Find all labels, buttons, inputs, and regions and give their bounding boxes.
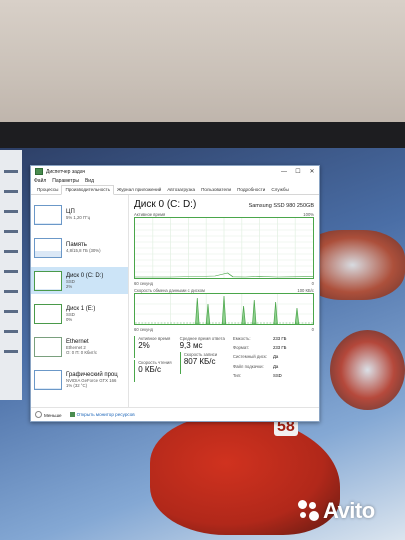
tab-startup[interactable]: Автозагрузка bbox=[164, 186, 198, 194]
stat-accent-bar bbox=[134, 360, 135, 382]
transfer-rate-graph bbox=[134, 293, 314, 325]
sidebar-item-value: 5% 1,20 ГГц bbox=[66, 215, 91, 220]
menu-options[interactable]: Параметры bbox=[52, 178, 79, 184]
tree-icon bbox=[4, 170, 18, 173]
menu-bar: Файл Параметры Вид bbox=[31, 177, 319, 185]
avito-logo-icon bbox=[298, 500, 320, 522]
tree-icon bbox=[4, 210, 18, 213]
tab-strip: Процессы Производительность Журнал прило… bbox=[31, 185, 319, 195]
sidebar-item-ethernet[interactable]: Ethernet Ethernet 2 О: 0 П: 0 Кбит/с bbox=[31, 333, 128, 360]
active-time-x-label: 60 секунд bbox=[134, 281, 153, 286]
active-time-graph bbox=[134, 217, 314, 279]
sidebar-item-cpu[interactable]: ЦП 5% 1,20 ГГц bbox=[31, 201, 128, 228]
sidebar-item-value: О: 0 П: 0 Кбит/с bbox=[66, 349, 98, 355]
menu-view[interactable]: Вид bbox=[85, 178, 94, 184]
prop-value: 233 ГБ bbox=[272, 345, 287, 351]
prop-value: 233 ГБ bbox=[272, 336, 287, 341]
stat-accent-bar bbox=[179, 352, 181, 374]
prop-key: Формат: bbox=[232, 345, 250, 351]
disk-detail-panel: Диск 0 (C: D:) Samsung SSD 980 250GB Акт… bbox=[129, 195, 319, 407]
tree-icon bbox=[4, 310, 18, 313]
transfer-x-label: 60 секунд bbox=[134, 327, 153, 332]
transfer-x-end: 0 bbox=[311, 327, 314, 332]
active-time-graph-svg bbox=[135, 218, 314, 278]
background-window-strip bbox=[0, 150, 22, 400]
tab-details[interactable]: Подробности bbox=[234, 186, 268, 194]
task-manager-icon bbox=[35, 168, 43, 175]
sidebar-item-value: 4,8/15,8 ГБ (30%) bbox=[66, 248, 101, 253]
tree-icon bbox=[4, 190, 18, 193]
sidebar-item-value: 1% (32 °C) bbox=[66, 382, 88, 388]
disk-model: Samsung SSD 980 250GB bbox=[248, 203, 314, 209]
tree-icon bbox=[4, 290, 18, 293]
read-speed-value: 0 КБ/с bbox=[138, 365, 162, 374]
maximize-button[interactable]: ☐ bbox=[291, 166, 305, 177]
disk-properties: Емкость: 233 ГБ Формат: 233 ГБ Системный д… bbox=[233, 336, 287, 382]
prop-value: Да bbox=[272, 354, 279, 360]
stat-accent-bar bbox=[134, 336, 135, 358]
ethernet-thumbnail bbox=[34, 336, 62, 357]
prop-value: SSD bbox=[272, 372, 282, 378]
minimize-button[interactable]: — bbox=[277, 166, 291, 177]
sidebar-item-value: 0% bbox=[66, 316, 73, 322]
tree-icon bbox=[4, 230, 18, 233]
prop-key: Файл подкачки: bbox=[232, 363, 264, 369]
footer-bar: Меньше Открыть монитор ресурсов bbox=[31, 407, 319, 421]
task-manager-window: Диспетчер задач — ☐ ✕ Файл Параметры Вид… bbox=[30, 165, 320, 422]
tree-icon bbox=[4, 250, 18, 253]
response-time-value: 9,3 мс bbox=[179, 341, 203, 350]
fewer-details-button[interactable]: Меньше bbox=[35, 411, 62, 418]
open-resource-monitor-link[interactable]: Открыть монитор ресурсов bbox=[69, 412, 135, 417]
fewer-details-label: Меньше bbox=[44, 413, 62, 418]
sidebar-item-memory[interactable]: Память 4,8/15,8 ГБ (30%) bbox=[31, 234, 128, 261]
menu-file[interactable]: Файл bbox=[34, 178, 46, 184]
tree-icon bbox=[4, 330, 18, 333]
wallpaper-plane-3 bbox=[330, 330, 405, 410]
gpu-thumbnail bbox=[34, 369, 62, 390]
active-time-x-end: 0 bbox=[311, 281, 314, 286]
sidebar-item-value: 2% bbox=[66, 283, 73, 289]
close-button[interactable]: ✕ bbox=[305, 166, 319, 177]
prop-key: Системный диск: bbox=[232, 354, 267, 360]
cpu-thumbnail bbox=[34, 204, 62, 225]
tab-performance[interactable]: Производительность bbox=[61, 185, 115, 195]
prop-value: Да bbox=[272, 363, 279, 369]
resource-monitor-icon bbox=[69, 412, 75, 417]
active-time-value: 2% bbox=[138, 341, 150, 350]
disk0-thumbnail bbox=[34, 270, 62, 291]
tree-icon bbox=[4, 350, 18, 353]
tree-icon bbox=[4, 270, 18, 273]
disk-stats: Активное время 2% Скорость чтения 0 КБ/с bbox=[134, 336, 314, 382]
open-resource-monitor-label: Открыть монитор ресурсов bbox=[76, 412, 135, 417]
room-wall bbox=[0, 0, 405, 132]
disk-title: Диск 0 (C: D:) bbox=[134, 199, 197, 210]
prop-key: Емкость: bbox=[232, 336, 251, 341]
window-title: Диспетчер задач bbox=[46, 168, 86, 175]
transfer-rate-graph-svg bbox=[135, 294, 313, 325]
avito-watermark: Avito bbox=[298, 498, 375, 524]
memory-usage-fill bbox=[35, 251, 61, 257]
tab-app-history[interactable]: Журнал приложений bbox=[114, 186, 164, 194]
performance-sidebar: ЦП 5% 1,20 ГГц Память 4,8/15,8 ГБ (30%) … bbox=[31, 195, 129, 407]
prop-key: Тип: bbox=[232, 372, 242, 378]
cpu-usage-fill bbox=[35, 222, 61, 224]
tab-services[interactable]: Службы bbox=[268, 186, 291, 194]
avito-watermark-text: Avito bbox=[323, 498, 375, 523]
memory-thumbnail bbox=[34, 237, 62, 258]
write-speed-value: 807 КБ/с bbox=[183, 357, 216, 366]
disk1-thumbnail bbox=[34, 303, 62, 324]
title-bar[interactable]: Диспетчер задач — ☐ ✕ bbox=[31, 166, 319, 177]
tab-processes[interactable]: Процессы bbox=[34, 186, 61, 194]
sidebar-item-gpu[interactable]: Графический проц NVIDIA GeForce GTX 166 … bbox=[31, 366, 128, 393]
sidebar-item-disk0[interactable]: Диск 0 (C: D:) SSD 2% bbox=[31, 267, 128, 294]
chevron-up-icon bbox=[35, 411, 42, 418]
sidebar-item-disk1[interactable]: Диск 1 (E:) SSD 0% bbox=[31, 300, 128, 327]
tab-users[interactable]: Пользователи bbox=[198, 186, 234, 194]
